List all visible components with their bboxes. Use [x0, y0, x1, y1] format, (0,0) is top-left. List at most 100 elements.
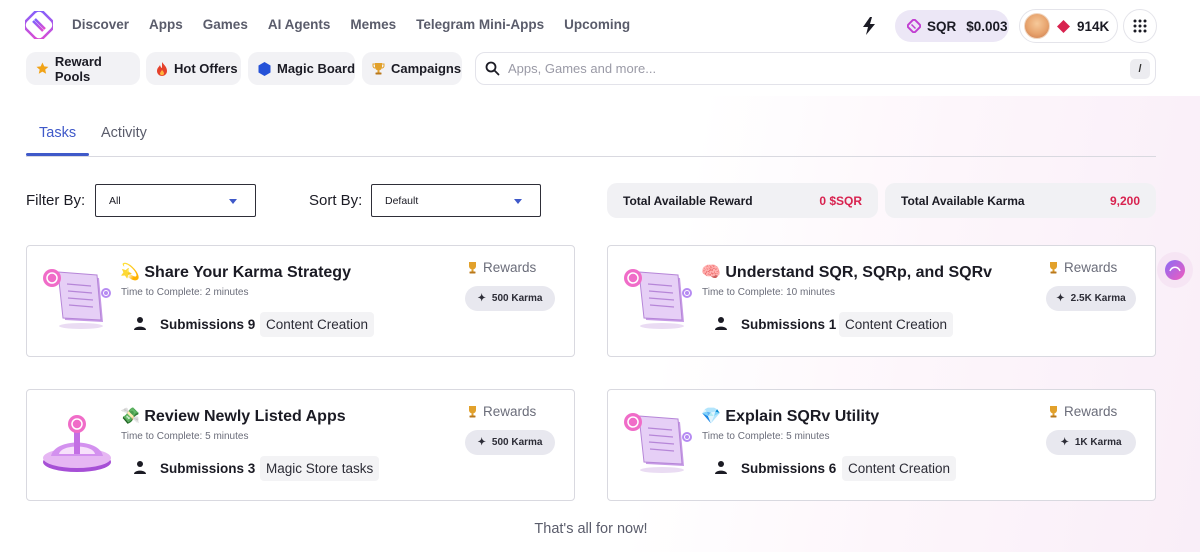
- nav-discover[interactable]: Discover: [72, 17, 129, 32]
- nav-upcoming[interactable]: Upcoming: [564, 17, 630, 32]
- diamond-icon: [1057, 19, 1070, 33]
- task-card[interactable]: 💸 Review Newly Listed Apps Time to Compl…: [26, 389, 575, 501]
- star-icon: [36, 62, 49, 74]
- task-category-tag: Magic Store tasks: [260, 456, 380, 481]
- document-illustration-icon: [43, 269, 111, 329]
- total-karma-value: 9,200: [1109, 193, 1140, 208]
- task-card[interactable]: 💎 Explain SQRv Utility Time to Complete:…: [607, 389, 1156, 501]
- task-title[interactable]: 🧠 Understand SQR, SQRp, and SQRv: [701, 262, 992, 282]
- task-title-text: Understand SQR, SQRp, and SQRv: [725, 264, 993, 281]
- rewards-label-text: Rewards: [483, 260, 537, 275]
- nav-memes[interactable]: Memes: [350, 17, 396, 32]
- sparkle-icon: ✦: [1056, 293, 1065, 304]
- task-title-text: Explain SQRv Utility: [725, 408, 880, 425]
- rewards-label: Rewards: [466, 260, 536, 275]
- nav-telegram-mini-apps[interactable]: Telegram Mini-Apps: [416, 17, 544, 32]
- task-submissions: Submissions 6: [741, 461, 837, 476]
- grid-icon: [1133, 19, 1147, 33]
- task-category-tag: Content Creation: [842, 456, 957, 481]
- magic-board-button[interactable]: Magic Board: [248, 52, 355, 85]
- magic-board-label: Magic Board: [277, 61, 356, 76]
- task-title[interactable]: 💫 Share Your Karma Strategy: [120, 262, 351, 282]
- person-icon: [134, 461, 146, 474]
- campaigns-label: Campaigns: [391, 61, 462, 76]
- karma-reward-badge: ✦ 1K Karma: [1046, 430, 1136, 455]
- apps-grid-button[interactable]: [1123, 9, 1157, 43]
- rewards-label-text: Rewards: [483, 404, 537, 419]
- hot-offers-button[interactable]: Hot Offers: [146, 52, 241, 85]
- sqr-token-icon: [907, 19, 921, 33]
- task-title[interactable]: 💸 Review Newly Listed Apps: [120, 406, 346, 426]
- nav-games[interactable]: Games: [203, 17, 248, 32]
- sort-select[interactable]: Default: [371, 184, 541, 217]
- trophy-icon: [372, 63, 385, 75]
- total-reward-stat: Total Available Reward 0 $SQR: [607, 183, 878, 218]
- filter-select[interactable]: All: [95, 184, 256, 217]
- sparkle-icon: ✦: [477, 293, 486, 304]
- chevron-down-icon: [229, 199, 237, 204]
- chevron-down-icon: [514, 199, 522, 204]
- end-of-list-message: That's all for now!: [534, 521, 648, 537]
- sort-value: Default: [385, 194, 419, 207]
- document-illustration-icon: [624, 413, 692, 473]
- trophy-icon: [469, 262, 476, 274]
- sqr-price-pill[interactable]: SQR $0.003: [895, 10, 1009, 42]
- trophy-icon: [469, 406, 476, 418]
- tab-tasks[interactable]: Tasks: [39, 125, 76, 141]
- karma-reward-value: 500 Karma: [491, 437, 543, 448]
- total-karma-stat: Total Available Karma 9,200: [885, 183, 1156, 218]
- search-shortcut-key: /: [1130, 59, 1150, 79]
- task-submissions: Submissions 1: [741, 317, 837, 332]
- sqr-symbol: SQR: [927, 18, 957, 34]
- sort-label: Sort By:: [309, 192, 363, 209]
- assistant-orb-button[interactable]: [1157, 252, 1193, 288]
- total-reward-value: 0 $SQR: [819, 193, 862, 208]
- active-tab-indicator: [26, 153, 89, 156]
- sqr-price: $0.003: [966, 18, 1008, 34]
- karma-reward-value: 1K Karma: [1074, 437, 1122, 448]
- reward-pools-button[interactable]: Reward Pools: [26, 52, 140, 85]
- sparkle-icon: ✦: [1060, 437, 1069, 448]
- filter-label: Filter By:: [26, 192, 86, 209]
- hot-offers-label: Hot Offers: [174, 61, 238, 76]
- search-input[interactable]: [508, 61, 1108, 76]
- task-title-text: Review Newly Listed Apps: [144, 408, 346, 425]
- task-category-tag: Content Creation: [839, 312, 954, 337]
- task-category-tag: Content Creation: [260, 312, 375, 337]
- karma-balance: 914K: [1077, 18, 1110, 34]
- total-reward-label: Total Available Reward: [623, 193, 753, 208]
- logo-icon[interactable]: [25, 11, 53, 39]
- campaigns-button[interactable]: Campaigns: [362, 52, 462, 85]
- document-illustration-icon: [624, 269, 692, 329]
- rewards-label: Rewards: [1047, 260, 1117, 275]
- trophy-icon: [1050, 406, 1057, 418]
- karma-reward-value: 2.5K Karma: [1070, 293, 1126, 304]
- task-time: Time to Complete: 2 minutes: [121, 287, 249, 298]
- fire-icon: [157, 61, 167, 76]
- karma-reward-value: 500 Karma: [491, 293, 543, 304]
- total-karma-label: Total Available Karma: [901, 193, 1025, 208]
- search-bar[interactable]: /: [475, 52, 1156, 85]
- task-title[interactable]: 💎 Explain SQRv Utility: [701, 406, 879, 426]
- store-illustration-icon: [43, 415, 111, 472]
- nav-apps[interactable]: Apps: [149, 17, 183, 32]
- profile-karma-pill[interactable]: 914K: [1019, 9, 1118, 43]
- assistant-orb-icon: [1165, 260, 1185, 280]
- rewards-label-text: Rewards: [1064, 260, 1118, 275]
- task-card[interactable]: 💫 Share Your Karma Strategy Time to Comp…: [26, 245, 575, 357]
- avatar[interactable]: [1024, 13, 1050, 39]
- person-icon: [715, 461, 727, 474]
- tab-activity[interactable]: Activity: [101, 125, 147, 141]
- sparkle-icon: ✦: [477, 437, 486, 448]
- hexagon-icon: [258, 61, 271, 76]
- rewards-label: Rewards: [466, 404, 536, 419]
- task-submissions: Submissions 3: [160, 461, 256, 476]
- nav-ai-agents[interactable]: AI Agents: [268, 17, 331, 32]
- search-icon: [485, 61, 500, 76]
- task-card[interactable]: 🧠 Understand SQR, SQRp, and SQRv Time to…: [607, 245, 1156, 357]
- trophy-icon: [1050, 262, 1057, 274]
- task-emoji-icon: 💎: [701, 408, 721, 425]
- karma-reward-badge: ✦ 500 Karma: [465, 286, 555, 311]
- bolt-icon[interactable]: [861, 17, 877, 35]
- reward-pools-label: Reward Pools: [54, 53, 102, 84]
